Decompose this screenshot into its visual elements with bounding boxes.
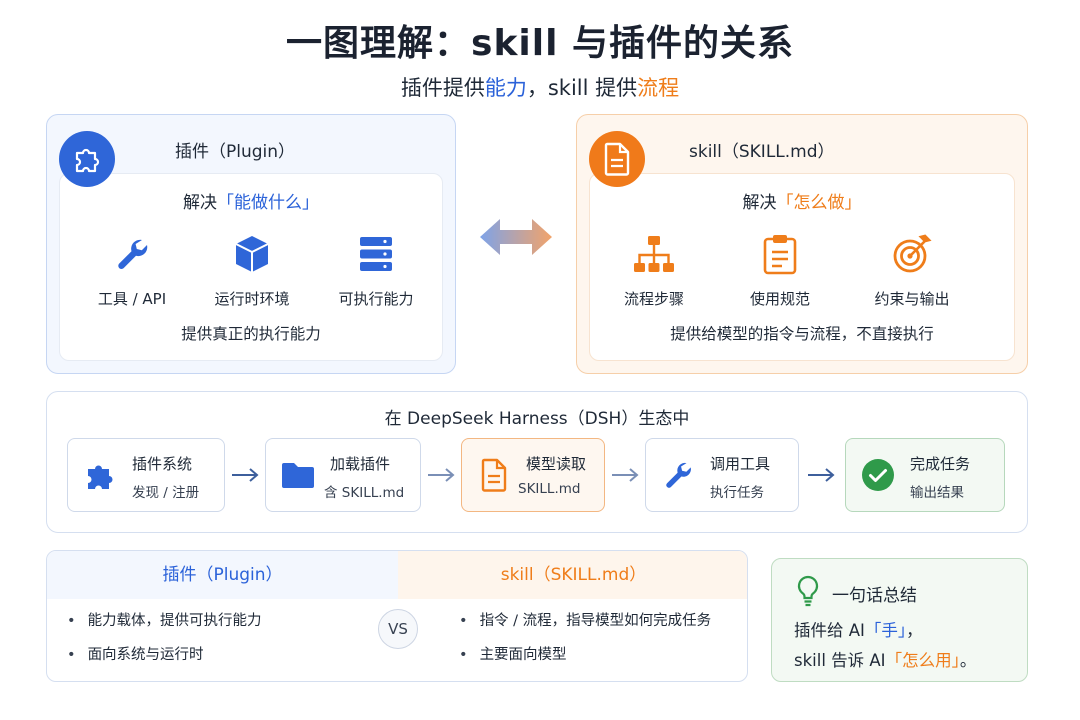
arrow-right-icon	[807, 467, 837, 487]
subtitle-mid: ，skill 提供	[526, 76, 638, 100]
step-title: 插件系统	[132, 455, 193, 473]
step-title: 加载插件	[330, 455, 391, 473]
subtitle-process: 流程	[637, 76, 680, 100]
feature-label: 运行时环境	[214, 290, 290, 308]
wrench-icon	[660, 457, 696, 493]
step-subtitle: 输出结果	[910, 485, 964, 501]
lightbulb-icon	[796, 575, 820, 611]
step-subtitle: 含 SKILL.md	[324, 485, 405, 501]
subtitle-ability: 能力	[484, 76, 527, 100]
step-subtitle: 执行任务	[710, 485, 764, 501]
list-item: 能力载体，提供可执行能力	[67, 609, 262, 630]
flow-step-load-plugin: 加载插件 含 SKILL.md	[265, 438, 421, 512]
wrench-icon	[72, 232, 192, 276]
flow-step-complete-task: 完成任务 输出结果	[845, 438, 1005, 512]
skill-footer: 提供给模型的指令与流程，不直接执行	[670, 325, 934, 343]
plugin-inner-card: 解决「能做什么」 工具 / API 运行时环境 可执行能力 提供真正的执行能力	[59, 173, 443, 361]
plugin-solve-pre: 解决	[183, 193, 217, 213]
step-title: 完成任务	[910, 455, 971, 473]
skill-inner-card: 解决「怎么做」 流程步骤 使用规范 约束与输出 提供给模型的指令与流程，不直接执…	[589, 173, 1015, 361]
plugin-footer: 提供真正的执行能力	[181, 325, 321, 343]
step-subtitle: 发现 / 注册	[132, 485, 200, 501]
step-title: 调用工具	[710, 455, 771, 473]
step-title: 模型读取	[526, 455, 587, 473]
folder-icon	[280, 457, 316, 493]
flow-step-call-tool: 调用工具 执行任务	[645, 438, 799, 512]
feature-label: 工具 / API	[97, 290, 167, 308]
step-subtitle: SKILL.md	[518, 481, 581, 497]
skill-panel: 解决「怎么做」 流程步骤 使用规范 约束与输出 提供给模型的指令与流程，不直接执…	[576, 114, 1028, 374]
cube-icon	[192, 232, 312, 276]
flow-title: 在 DeepSeek Harness（DSH）生态中	[384, 409, 690, 429]
feature-constraints-output: 约束与输出	[852, 232, 972, 309]
puzzle-icon	[82, 457, 118, 493]
feature-label: 约束与输出	[874, 290, 950, 308]
compare-plugin-list: 能力载体，提供可执行能力 面向系统与运行时	[67, 609, 262, 677]
subtitle-pre: 插件提供	[400, 76, 485, 100]
feature-runtime: 运行时环境	[192, 232, 312, 309]
plugin-heading: 插件（Plugin）	[175, 142, 296, 162]
plugin-solve: 解决「能做什么」	[60, 188, 442, 213]
server-stack-icon	[316, 232, 436, 276]
skill-solve-key: 「怎么做」	[776, 193, 862, 213]
summary-line-2-pre: skill 告诉 AI	[794, 651, 886, 670]
feature-label: 使用规范	[749, 290, 810, 308]
puzzle-icon	[59, 131, 115, 187]
bidirectional-arrow-icon	[478, 214, 554, 264]
compare-skill-list: 指令 / 流程，指导模型如何完成任务 主要面向模型	[459, 609, 712, 677]
compare-plugin-title: 插件（Plugin）	[47, 551, 398, 599]
compare-skill-title: skill（SKILL.md）	[398, 551, 747, 599]
feature-label: 流程步骤	[623, 290, 684, 308]
skill-solve: 解决「怎么做」	[590, 188, 1014, 213]
summary-line-2-key: 「怎么用」	[885, 651, 960, 670]
list-item: 面向系统与运行时	[67, 643, 262, 664]
feature-usage-spec: 使用规范	[720, 232, 840, 309]
skill-heading: skill（SKILL.md）	[689, 142, 835, 162]
plugin-solve-key: 「能做什么」	[217, 193, 319, 213]
check-circle-icon	[860, 457, 896, 493]
page-title: 一图理解：skill 与插件的关系	[286, 23, 794, 64]
feature-tools-api: 工具 / API	[72, 232, 192, 309]
vs-badge: VS	[378, 609, 418, 649]
target-icon	[852, 232, 972, 276]
clipboard-icon	[720, 232, 840, 276]
summary-line-1-pre: 插件给 AI	[794, 621, 865, 640]
dsh-flow-panel: 在 DeepSeek Harness（DSH）生态中 插件系统 发现 / 注册 …	[46, 391, 1028, 533]
arrow-right-icon	[231, 467, 261, 487]
flowchart-icon	[594, 232, 714, 276]
summary-line-2: skill 告诉 AI「怎么用」。	[794, 647, 976, 671]
summary-line-2-post: 。	[959, 651, 977, 670]
skill-solve-pre: 解决	[742, 193, 777, 213]
document-icon	[589, 131, 645, 187]
summary-line-1-post: ，	[906, 621, 923, 640]
comparison-table: 插件（Plugin） skill（SKILL.md） 能力载体，提供可执行能力 …	[46, 550, 748, 682]
summary-heading: 一句话总结	[832, 586, 917, 606]
flow-step-model-read: 模型读取 SKILL.md	[461, 438, 605, 512]
page-subtitle: 插件提供能力，skill 提供流程	[0, 72, 1080, 102]
flow-step-plugin-system: 插件系统 发现 / 注册	[67, 438, 225, 512]
document-icon	[476, 457, 512, 493]
list-item: 主要面向模型	[459, 643, 711, 664]
feature-label: 可执行能力	[338, 290, 414, 308]
summary-card: 一句话总结 插件给 AI「手」， skill 告诉 AI「怎么用」。	[771, 558, 1028, 682]
arrow-right-icon	[611, 467, 641, 487]
feature-flow-steps: 流程步骤	[594, 232, 714, 309]
summary-line-1-key: 「手」	[864, 621, 907, 640]
list-item: 指令 / 流程，指导模型如何完成任务	[459, 609, 712, 630]
summary-line-1: 插件给 AI「手」，	[794, 617, 923, 641]
feature-executable: 可执行能力	[316, 232, 436, 309]
plugin-panel: 解决「能做什么」 工具 / API 运行时环境 可执行能力 提供真正的执行能力 …	[46, 114, 456, 374]
arrow-right-icon	[427, 467, 457, 487]
